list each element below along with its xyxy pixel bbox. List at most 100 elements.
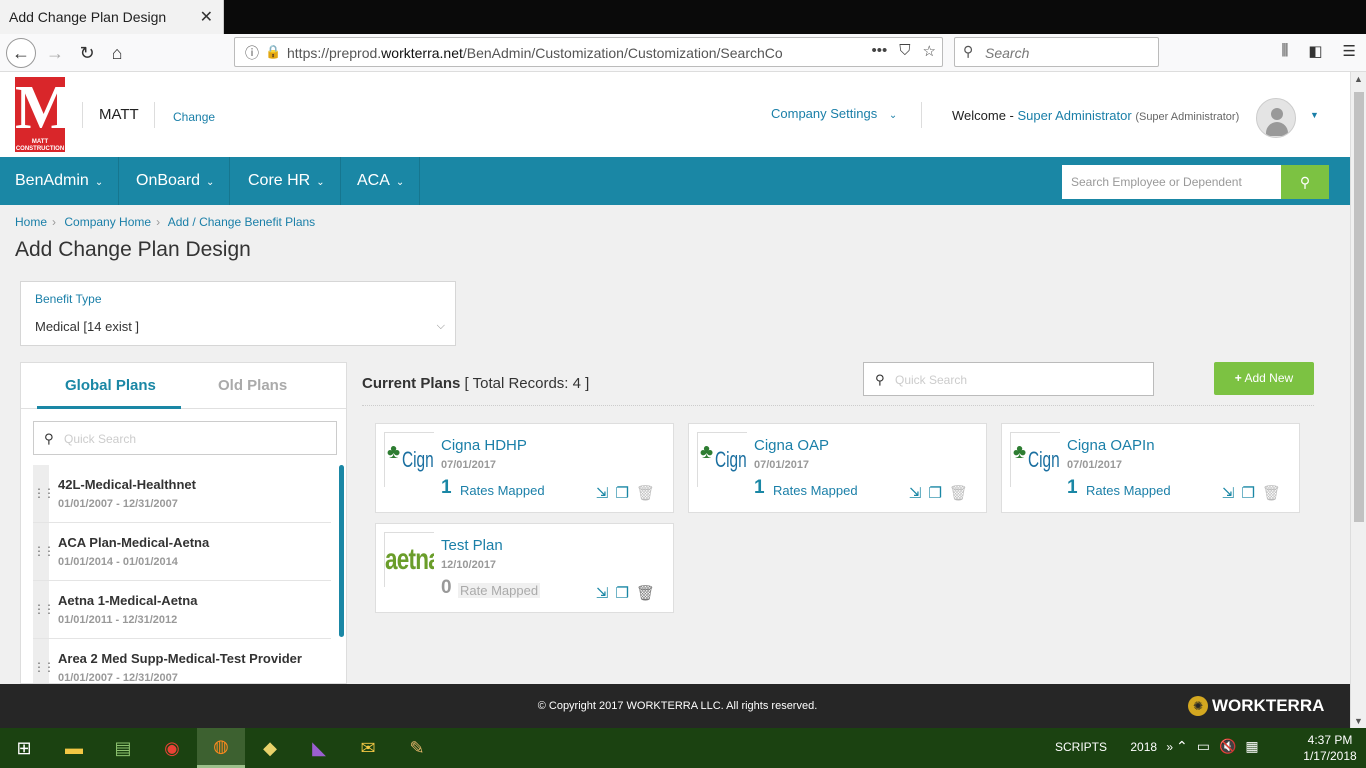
plan-name-link[interactable]: Cigna OAP bbox=[754, 437, 829, 454]
list-scrollbar[interactable] bbox=[339, 465, 344, 637]
breadcrumb: Home › Company Home › Add / Change Benefit… bbox=[15, 215, 316, 229]
back-arrow-icon[interactable]: ← bbox=[6, 38, 36, 68]
network-icon[interactable]: ▭ bbox=[1197, 738, 1210, 755]
tab-title: Add Change Plan Design bbox=[9, 9, 167, 25]
rates-count: 1 bbox=[1067, 477, 1078, 498]
url-bar[interactable]: ⓘ 🔒 https://preprod.workterra.net/BenAdm… bbox=[234, 37, 943, 67]
avatar[interactable] bbox=[1256, 98, 1296, 138]
browser-tab[interactable]: Add Change Plan Design ✕ bbox=[0, 0, 224, 34]
chrome-icon[interactable]: ◉ bbox=[148, 728, 196, 768]
drag-handle-icon[interactable]: ⋮⋮ bbox=[33, 465, 55, 522]
scrollbar-thumb[interactable] bbox=[1354, 92, 1364, 522]
company-settings-menu[interactable]: Company Settings ⌄ bbox=[771, 106, 897, 121]
close-icon[interactable]: ✕ bbox=[200, 7, 213, 27]
nav-onboard[interactable]: OnBoard ⌄ bbox=[121, 157, 231, 205]
tab-global-plans[interactable]: Global Plans bbox=[65, 377, 156, 394]
copy-icon[interactable]: ❐ bbox=[616, 584, 629, 602]
browser-search-input[interactable]: ⚲ Search bbox=[954, 37, 1159, 67]
tray-scripts[interactable]: SCRIPTS bbox=[1055, 740, 1107, 754]
benefit-type-value: Medical [14 exist ] bbox=[35, 319, 140, 334]
reload-icon[interactable]: ↻ bbox=[72, 38, 102, 68]
tray-year[interactable]: 2018 bbox=[1130, 740, 1157, 754]
app-header: M MATT CONSTRUCTION MATT Change Company … bbox=[0, 72, 1350, 157]
caret-down-icon[interactable]: ▼ bbox=[1310, 110, 1319, 120]
bookmark-star-icon[interactable]: ☆ bbox=[923, 42, 936, 60]
global-plans-list: ⋮⋮ 42L-Medical-Healthnet 01/01/2007 - 12… bbox=[33, 465, 331, 683]
library-icon[interactable]: ⫼ bbox=[1281, 42, 1288, 60]
rates-mapped-link[interactable]: Rates Mapped bbox=[1086, 483, 1171, 498]
nav-benadmin[interactable]: BenAdmin ⌄ bbox=[0, 157, 120, 205]
change-company-link[interactable]: Change bbox=[154, 102, 215, 128]
keyboard-icon[interactable]: ▦ bbox=[1245, 738, 1258, 755]
breadcrumb-home[interactable]: Home bbox=[15, 215, 47, 229]
plan-name-link[interactable]: Cigna HDHP bbox=[441, 437, 527, 454]
list-item[interactable]: ⋮⋮ Area 2 Med Supp-Medical-Test Provider… bbox=[33, 639, 331, 683]
windows-start-icon[interactable]: ⊞ bbox=[0, 728, 48, 768]
list-item[interactable]: ⋮⋮ 42L-Medical-Healthnet 01/01/2007 - 12… bbox=[33, 465, 331, 523]
edit-icon[interactable]: ⇲ bbox=[596, 584, 609, 602]
page-title: Add Change Plan Design bbox=[15, 238, 251, 261]
plan-card: aetna Test Plan 12/10/2017 0 Rate Mapped… bbox=[375, 523, 674, 613]
nav-core-hr[interactable]: Core HR ⌄ bbox=[233, 157, 341, 205]
scroll-down-icon[interactable]: ▼ bbox=[1354, 716, 1363, 726]
mail-folder-icon[interactable]: ✉ bbox=[344, 728, 392, 768]
breadcrumb-current[interactable]: Add / Change Benefit Plans bbox=[168, 215, 315, 229]
nav-aca[interactable]: ACA ⌄ bbox=[342, 157, 421, 205]
edit-icon[interactable]: ⇲ bbox=[909, 484, 922, 502]
pocket-icon[interactable]: ⛉ bbox=[899, 42, 910, 60]
chevron-right-icon[interactable]: » bbox=[1166, 740, 1173, 754]
edit-icon[interactable]: ⇲ bbox=[1222, 484, 1235, 502]
menu-icon[interactable]: ☰ bbox=[1343, 42, 1356, 60]
rates-mapped-link[interactable]: Rates Mapped bbox=[460, 483, 545, 498]
benefit-type-select[interactable]: Benefit Type Medical [14 exist ] ⌵ bbox=[20, 281, 456, 346]
plan-date: 12/10/2017 bbox=[441, 559, 497, 571]
sidebar-icon[interactable]: ◧ bbox=[1308, 42, 1322, 60]
rates-mapped-link[interactable]: Rates Mapped bbox=[773, 483, 858, 498]
edit-icon[interactable]: ⇲ bbox=[596, 484, 609, 502]
breadcrumb-company-home[interactable]: Company Home bbox=[64, 215, 151, 229]
delete-icon[interactable]: 🗑 bbox=[1262, 484, 1281, 502]
drag-handle-icon[interactable]: ⋮⋮ bbox=[33, 639, 55, 683]
copy-icon[interactable]: ❐ bbox=[1242, 484, 1255, 502]
employee-search-button[interactable]: ⚲ bbox=[1281, 165, 1329, 199]
firefox-icon[interactable]: ◍ bbox=[197, 728, 245, 768]
more-dots-icon[interactable]: ••• bbox=[872, 42, 888, 60]
drag-handle-icon[interactable]: ⋮⋮ bbox=[33, 581, 55, 638]
plan-name-link[interactable]: Test Plan bbox=[441, 537, 503, 554]
list-item[interactable]: ⋮⋮ ACA Plan-Medical-Aetna 01/01/2014 - 0… bbox=[33, 523, 331, 581]
forward-arrow-icon[interactable]: → bbox=[40, 38, 70, 68]
employee-search-input[interactable]: Search Employee or Dependent bbox=[1062, 165, 1281, 199]
page-scrollbar[interactable]: ▲ ▼ bbox=[1350, 72, 1366, 728]
copy-icon[interactable]: ❐ bbox=[616, 484, 629, 502]
paint-icon[interactable]: ✎ bbox=[393, 728, 441, 768]
tab-old-plans[interactable]: Old Plans bbox=[218, 377, 287, 394]
workterra-emblem-icon: ✺ bbox=[1188, 696, 1208, 716]
visual-studio-icon[interactable]: ◣ bbox=[295, 728, 343, 768]
copyright-text: © Copyright 2017 WORKTERRA LLC. All righ… bbox=[537, 700, 818, 712]
notepad-icon[interactable]: ▤ bbox=[99, 728, 147, 768]
add-new-button[interactable]: + Add New bbox=[1214, 362, 1314, 395]
list-item[interactable]: ⋮⋮ Aetna 1-Medical-Aetna 01/01/2011 - 12… bbox=[33, 581, 331, 639]
drag-handle-icon[interactable]: ⋮⋮ bbox=[33, 523, 55, 580]
info-icon[interactable]: ⓘ bbox=[245, 43, 259, 63]
delete-icon[interactable]: 🗑 bbox=[636, 584, 655, 602]
current-plans-search-input[interactable]: ⚲ Quick Search bbox=[863, 362, 1154, 396]
global-plans-search-input[interactable]: ⚲ Quick Search bbox=[33, 421, 337, 455]
scroll-up-icon[interactable]: ▲ bbox=[1354, 74, 1363, 84]
file-explorer-icon[interactable]: ▬ bbox=[50, 728, 98, 768]
copy-icon[interactable]: ❐ bbox=[929, 484, 942, 502]
delete-icon[interactable]: 🗑 bbox=[636, 484, 655, 502]
home-icon[interactable]: ⌂ bbox=[102, 38, 132, 68]
rates-mapped-link[interactable]: Rate Mapped bbox=[458, 583, 541, 598]
plan-card: ♣Cigna Cigna OAP 07/01/2017 1 Rates Mapp… bbox=[688, 423, 987, 513]
user-name-link[interactable]: Super Administrator bbox=[1018, 108, 1132, 123]
clock[interactable]: 4:37 PM 1/17/2018 bbox=[1300, 732, 1360, 764]
delete-icon[interactable]: 🗑 bbox=[949, 484, 968, 502]
plan-tabs: Global Plans Old Plans bbox=[21, 363, 346, 409]
folder-icon[interactable]: ◆ bbox=[246, 728, 294, 768]
plus-icon: + bbox=[1234, 371, 1242, 385]
plan-name-link[interactable]: Cigna OAPIn bbox=[1067, 437, 1155, 454]
chevron-up-icon[interactable]: ⌃ bbox=[1176, 738, 1188, 755]
volume-mute-icon[interactable]: 🔇 bbox=[1219, 738, 1236, 755]
chevron-down-icon: ⌵ bbox=[436, 320, 445, 332]
